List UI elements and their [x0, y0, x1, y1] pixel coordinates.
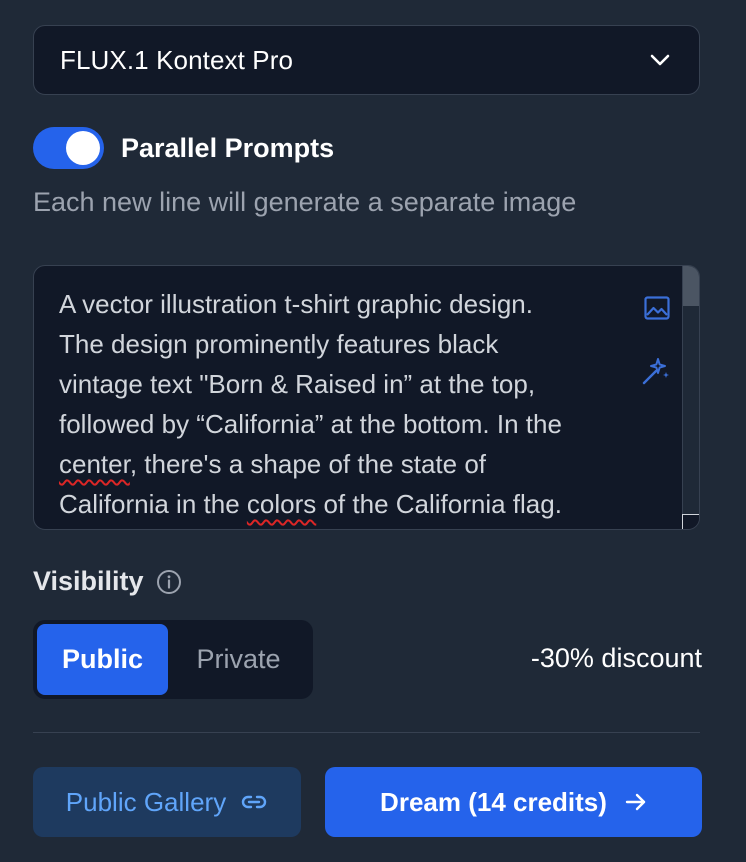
- model-select[interactable]: FLUX.1 Kontext Pro: [33, 25, 700, 95]
- prompt-line: of the California flag.: [316, 489, 562, 519]
- parallel-prompts-toggle[interactable]: [33, 127, 104, 169]
- public-gallery-button[interactable]: Public Gallery: [33, 767, 301, 837]
- discount-label: -30% discount: [530, 643, 702, 673]
- image-icon[interactable]: [643, 294, 671, 322]
- link-icon: [240, 793, 268, 811]
- visibility-toggle: Public Private: [33, 620, 313, 699]
- magic-wand-icon[interactable]: [641, 356, 671, 386]
- toggle-knob: [66, 131, 100, 165]
- scroll-thumb[interactable]: [683, 266, 699, 306]
- prompt-line: vintage text "Born & Raised in” at the t…: [59, 369, 536, 399]
- generation-panel: FLUX.1 Kontext Pro Parallel Prompts Each…: [0, 0, 746, 862]
- prompt-line: The design prominently features black: [59, 329, 499, 359]
- dream-label: Dream (14 credits): [380, 786, 607, 817]
- resize-handle[interactable]: [682, 514, 699, 529]
- visibility-heading: Visibility: [33, 566, 182, 597]
- prompt-textarea[interactable]: A vector illustration t-shirt graphic de…: [33, 265, 700, 530]
- info-icon[interactable]: [156, 569, 182, 595]
- prompt-text: A vector illustration t-shirt graphic de…: [59, 284, 654, 524]
- chevron-down-icon: [649, 53, 671, 67]
- prompt-line: , there's a shape of the state of: [129, 449, 487, 479]
- public-gallery-label: Public Gallery: [65, 786, 227, 817]
- visibility-label: Visibility: [33, 566, 144, 596]
- visibility-public-button[interactable]: Public: [37, 624, 168, 695]
- parallel-prompts-hint: Each new line will generate a separate i…: [33, 187, 577, 217]
- dream-button[interactable]: Dream (14 credits): [325, 767, 702, 837]
- divider: [33, 732, 700, 733]
- misspelled-word: colors: [246, 489, 317, 519]
- prompt-scrollbar[interactable]: [682, 266, 699, 529]
- misspelled-word: center: [59, 449, 130, 479]
- arrow-right-icon: [625, 792, 647, 812]
- prompt-line: A vector illustration t-shirt graphic de…: [59, 289, 533, 319]
- model-select-value: FLUX.1 Kontext Pro: [60, 44, 294, 75]
- prompt-line: California in the: [59, 489, 247, 519]
- visibility-private-button[interactable]: Private: [168, 624, 309, 695]
- parallel-prompts-row: Parallel Prompts: [33, 127, 334, 169]
- prompt-line: followed by “California” at the bottom. …: [59, 409, 562, 439]
- parallel-prompts-label: Parallel Prompts: [121, 132, 335, 163]
